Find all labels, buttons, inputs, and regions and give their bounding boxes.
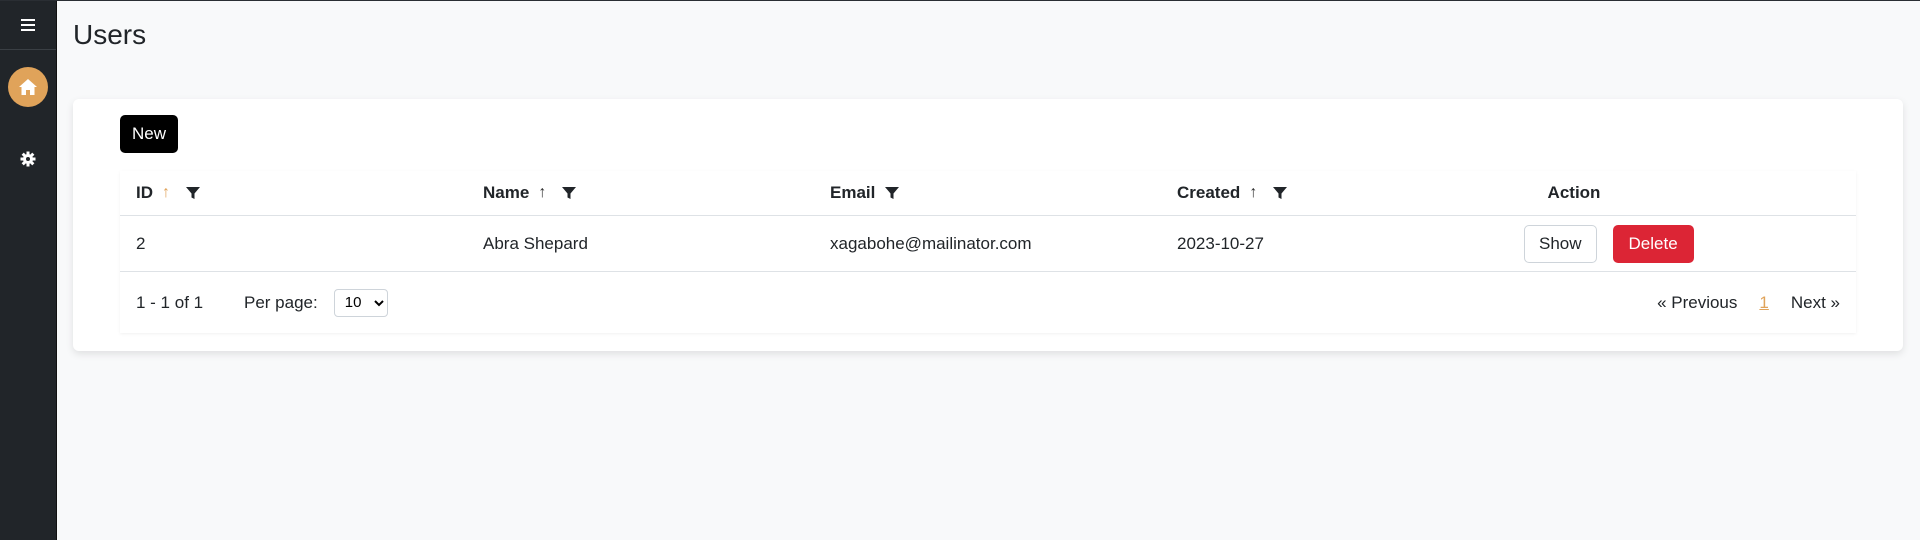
per-page-control: Per page: 10 bbox=[244, 272, 388, 333]
cell-email: xagabohe@mailinator.com bbox=[830, 233, 1032, 253]
column-header-action: Action bbox=[1524, 171, 1624, 215]
column-header-created: Created ↑ bbox=[1177, 171, 1288, 215]
page-link-current[interactable]: 1 bbox=[1759, 293, 1768, 313]
column-header-label: Email bbox=[830, 183, 876, 202]
new-user-button[interactable]: New bbox=[120, 115, 178, 153]
next-page-link[interactable]: Next » bbox=[1791, 293, 1840, 313]
column-header-label: ID bbox=[136, 183, 153, 202]
users-table: ID ↑ Name ↑ Email Created ↑ Action 2 Abr… bbox=[120, 171, 1856, 333]
cell-actions: Show Delete bbox=[1524, 216, 1694, 271]
page-title: Users bbox=[73, 19, 147, 50]
sidebar-item-home[interactable] bbox=[8, 67, 48, 107]
filter-icon[interactable] bbox=[885, 186, 900, 200]
column-header-email: Email bbox=[830, 171, 900, 215]
filter-icon[interactable] bbox=[186, 186, 200, 200]
sidebar-item-settings[interactable] bbox=[13, 144, 43, 174]
sort-arrow-up-icon[interactable]: ↑ bbox=[1249, 184, 1257, 202]
main-content: Users New ID ↑ Name ↑ Email Created ↑ Ac… bbox=[57, 1, 1920, 540]
column-header-label: Created bbox=[1177, 183, 1241, 202]
column-header-label: Action bbox=[1547, 183, 1601, 202]
previous-page-link[interactable]: « Previous bbox=[1657, 293, 1737, 313]
delete-button[interactable]: Delete bbox=[1612, 224, 1694, 263]
sidebar bbox=[0, 1, 57, 540]
sort-arrow-up-icon[interactable]: ↑ bbox=[162, 184, 170, 202]
filter-icon[interactable] bbox=[562, 186, 577, 200]
table-row: 2 Abra Shepard xagabohe@mailinator.com 2… bbox=[120, 216, 1856, 272]
table-header-row: ID ↑ Name ↑ Email Created ↑ Action bbox=[120, 171, 1856, 216]
menu-toggle-button[interactable] bbox=[0, 1, 56, 50]
gear-icon bbox=[20, 151, 36, 167]
pagination-range: 1 - 1 of 1 bbox=[136, 292, 204, 312]
column-header-label: Name bbox=[483, 183, 530, 202]
users-card: New ID ↑ Name ↑ Email Created ↑ Action 2… bbox=[73, 99, 1903, 351]
home-icon bbox=[19, 79, 37, 95]
table-footer: 1 - 1 of 1 Per page: 10 « Previous 1 Nex… bbox=[120, 272, 1856, 333]
column-header-id: ID ↑ bbox=[136, 171, 200, 215]
cell-name: Abra Shepard bbox=[483, 233, 588, 253]
column-header-name: Name ↑ bbox=[483, 171, 577, 215]
cell-id: 2 bbox=[136, 233, 146, 253]
pagination: « Previous 1 Next » bbox=[1657, 272, 1840, 333]
app-window: Users New ID ↑ Name ↑ Email Created ↑ Ac… bbox=[0, 0, 1920, 540]
filter-icon[interactable] bbox=[1273, 186, 1288, 200]
hamburger-icon bbox=[21, 19, 35, 31]
sort-arrow-up-icon[interactable]: ↑ bbox=[538, 184, 546, 202]
per-page-select[interactable]: 10 bbox=[333, 288, 388, 317]
per-page-label: Per page: bbox=[244, 292, 318, 312]
cell-created: 2023-10-27 bbox=[1177, 233, 1264, 253]
show-button[interactable]: Show bbox=[1524, 224, 1597, 263]
